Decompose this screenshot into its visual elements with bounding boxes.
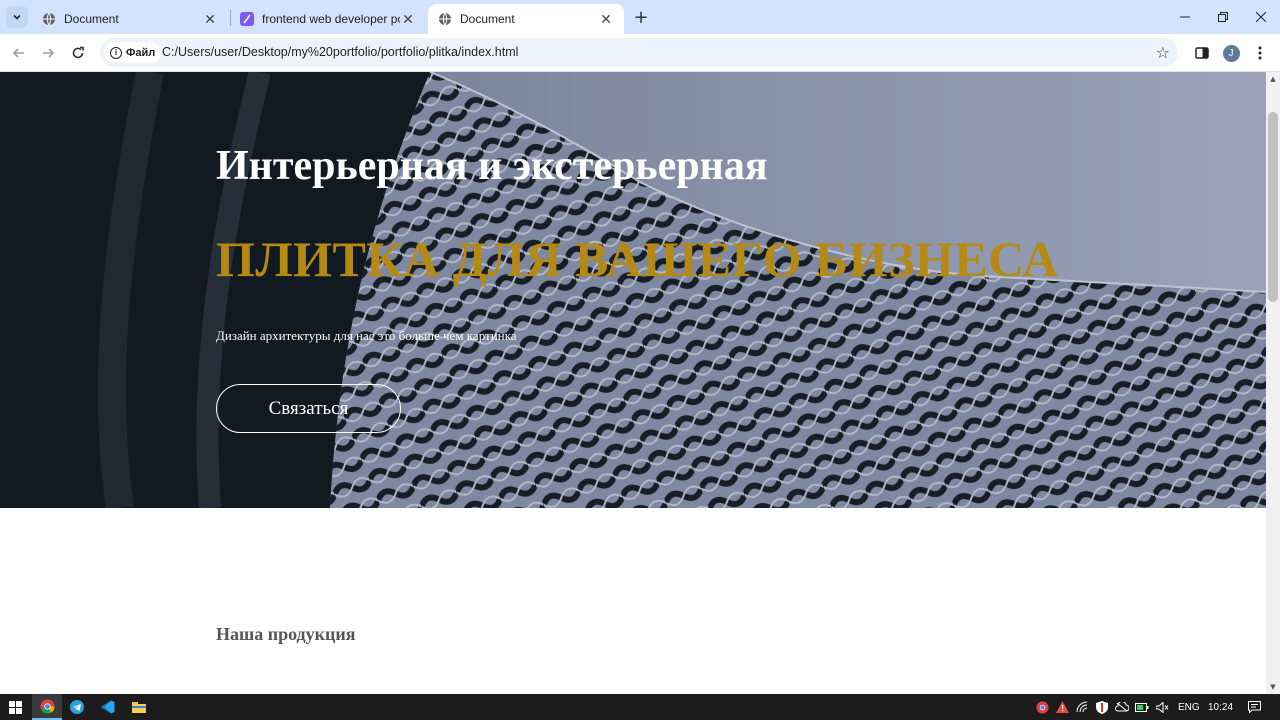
url-text[interactable]: C:/Users/user/Desktop/my%20portfolio/por… <box>162 45 518 59</box>
restore-button[interactable] <box>1204 0 1242 34</box>
profile-button[interactable]: J <box>1221 43 1241 63</box>
volume-icon[interactable] <box>1155 700 1169 714</box>
taskbar-vscode[interactable] <box>93 694 123 720</box>
arrow-right-icon <box>43 48 55 58</box>
shield-icon <box>1096 700 1108 714</box>
scroll-up-arrow-icon[interactable]: ▲ <box>1269 75 1277 83</box>
page-viewport: Интерьерная и экстерьерная ПЛИТКА ДЛЯ ВА… <box>0 72 1266 694</box>
cloud-offline-icon <box>1115 702 1129 712</box>
vertical-scrollbar[interactable]: ▲ ▼ <box>1266 72 1280 694</box>
close-window-button[interactable] <box>1242 0 1280 34</box>
minimize-button[interactable] <box>1166 0 1204 34</box>
battery-icon <box>1135 702 1149 712</box>
telegram-icon <box>70 700 84 714</box>
language-indicator[interactable]: ENG <box>1178 694 1200 720</box>
taskbar: ENG 10:24 <box>0 694 1280 720</box>
products-section-title: Наша продукция <box>216 624 356 644</box>
hero-description: Дизайн архитектуры для нас это больше че… <box>216 328 517 343</box>
taskbar-file-explorer[interactable] <box>124 694 154 720</box>
close-icon[interactable]: ✕ <box>202 11 218 27</box>
tab-document-1[interactable]: Document ✕ <box>32 4 228 34</box>
warning-icon[interactable] <box>1055 700 1069 714</box>
close-icon[interactable]: ✕ <box>598 11 614 27</box>
browser-toolbar: i Файл C:/Users/user/Desktop/my%20portfo… <box>0 34 1280 72</box>
tab-title: Document <box>460 12 515 26</box>
cloud-icon[interactable] <box>1115 700 1129 714</box>
chip-label: Файл <box>126 46 156 59</box>
restore-icon <box>1218 12 1228 22</box>
chevron-down-icon <box>13 14 21 20</box>
tab-document-active[interactable]: Document ✕ <box>428 4 624 34</box>
info-icon: i <box>110 46 122 59</box>
chrome-notification-icon[interactable] <box>1035 700 1049 714</box>
tab-search-button[interactable] <box>6 6 28 28</box>
hero-architecture-image <box>0 72 1266 508</box>
chrome-icon <box>39 698 55 714</box>
hero-subtitle: Интерьерная и экстерьерная <box>216 143 768 189</box>
warning-icon <box>1055 701 1069 713</box>
notification-center-button[interactable] <box>1247 700 1261 714</box>
tab-title: frontend web developer portfolio <box>262 12 400 26</box>
chrome-icon <box>1035 700 1049 714</box>
windows-start-icon <box>8 700 22 714</box>
feather-icon <box>240 12 254 26</box>
hero-title: ПЛИТКА ДЛЯ ВАШЕГО БИЗНЕСА <box>216 231 1059 287</box>
back-button[interactable] <box>8 42 30 64</box>
side-panel-button[interactable] <box>1192 43 1212 63</box>
avatar: J <box>1222 44 1240 62</box>
network-icon[interactable] <box>1075 700 1089 714</box>
close-icon <box>1256 12 1266 22</box>
volume-muted-icon <box>1155 701 1168 713</box>
clock[interactable]: 10:24 <box>1208 694 1233 720</box>
globe-icon <box>43 12 55 26</box>
minimize-icon <box>1180 16 1190 18</box>
forward-button[interactable] <box>37 42 59 64</box>
file-explorer-icon <box>132 702 146 713</box>
reload-icon <box>72 46 84 59</box>
vscode-icon <box>101 700 115 714</box>
contact-button[interactable]: Связаться <box>216 384 401 433</box>
taskbar-chrome[interactable] <box>32 694 62 720</box>
wifi-icon <box>1076 701 1087 713</box>
site-info-chip[interactable]: i Файл <box>104 42 162 63</box>
globe-icon <box>439 12 451 26</box>
hero-section: Интерьерная и экстерьерная ПЛИТКА ДЛЯ ВА… <box>0 72 1266 508</box>
battery-icon[interactable] <box>1135 700 1149 714</box>
scroll-thumb[interactable] <box>1268 112 1278 302</box>
side-panel-icon <box>1195 47 1209 59</box>
bookmark-star-icon[interactable]: ☆ <box>1156 43 1170 62</box>
tab-portfolio[interactable]: frontend web developer portfolio ✕ <box>230 4 426 34</box>
scroll-down-arrow-icon[interactable]: ▼ <box>1269 683 1277 691</box>
tab-title: Document <box>64 12 119 26</box>
arrow-left-icon <box>12 48 24 58</box>
notification-icon <box>1247 701 1261 713</box>
taskbar-telegram[interactable] <box>62 694 92 720</box>
menu-button[interactable] <box>1250 43 1270 63</box>
windows-start-button[interactable] <box>0 694 30 720</box>
kebab-menu-icon <box>1258 46 1262 60</box>
security-icon[interactable] <box>1095 700 1109 714</box>
address-bar[interactable]: i Файл C:/Users/user/Desktop/my%20portfo… <box>100 38 1178 67</box>
close-icon[interactable]: ✕ <box>400 11 416 27</box>
new-tab-button[interactable]: + <box>631 7 651 28</box>
tab-strip: Document ✕ frontend web developer portfo… <box>0 0 1280 34</box>
reload-button[interactable] <box>67 42 89 64</box>
